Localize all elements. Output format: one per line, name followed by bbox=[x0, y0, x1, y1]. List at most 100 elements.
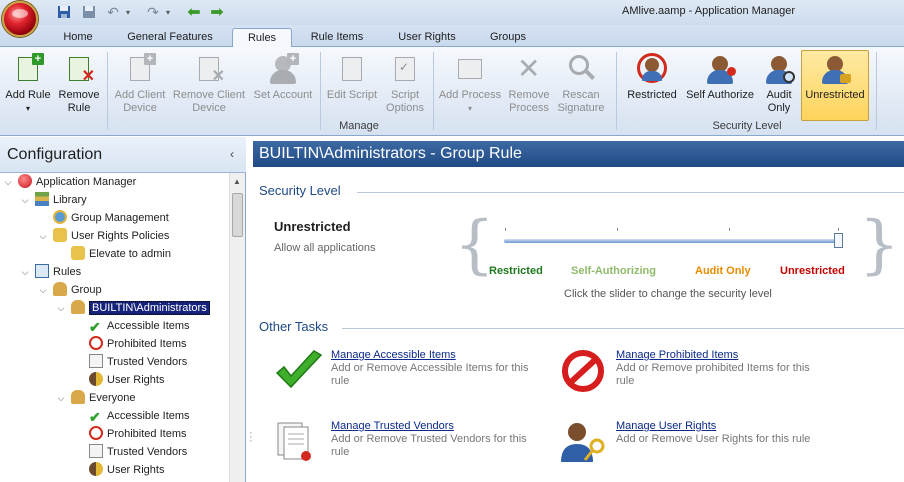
configuration-title: Configuration bbox=[7, 146, 103, 163]
manage-user-rights-link[interactable]: Manage User Rights bbox=[616, 420, 716, 432]
expand-icon[interactable]: ⌵ bbox=[37, 227, 49, 245]
restricted-button[interactable]: Restricted bbox=[622, 51, 682, 121]
level-restricted-label[interactable]: Restricted bbox=[489, 265, 543, 277]
tree-node-group-management[interactable]: Group Management bbox=[53, 209, 169, 227]
level-audit-only-label[interactable]: Audit Only bbox=[695, 265, 751, 277]
tab-home[interactable]: Home bbox=[52, 28, 104, 47]
expand-icon[interactable]: ⌵ bbox=[37, 281, 49, 299]
undo-dropdown-icon[interactable]: ▾ bbox=[119, 3, 137, 21]
audit-only-button[interactable]: Audit Only bbox=[760, 51, 798, 121]
back-arrow-icon[interactable]: ⬅ bbox=[185, 3, 203, 21]
user-rights-policies-icon bbox=[53, 228, 67, 242]
collapse-panel-icon[interactable]: ‹ bbox=[230, 147, 234, 161]
tree-node-trusted-vendors[interactable]: Trusted Vendors bbox=[89, 353, 187, 371]
add-client-device-button[interactable]: + Add Client Device bbox=[112, 51, 168, 121]
forward-arrow-icon[interactable]: ➡ bbox=[208, 3, 226, 21]
tree-node-user-rights[interactable]: User Rights bbox=[89, 371, 164, 389]
security-level-slider[interactable] bbox=[504, 239, 840, 243]
library-icon bbox=[35, 192, 49, 206]
prohibited-icon bbox=[89, 426, 103, 440]
add-client-device-icon: + bbox=[124, 53, 156, 85]
tab-rules[interactable]: Rules bbox=[232, 28, 292, 48]
expand-icon[interactable]: ⌵ bbox=[19, 191, 31, 209]
expand-icon[interactable]: ⌵ bbox=[2, 173, 14, 191]
checkmark-icon: ✔ bbox=[89, 409, 101, 425]
expand-icon[interactable]: ⌵ bbox=[55, 299, 67, 317]
self-authorize-button[interactable]: Self Authorize bbox=[684, 51, 756, 121]
configuration-header: Configuration ‹ bbox=[0, 137, 246, 173]
tab-rule-items[interactable]: Rule Items bbox=[300, 28, 374, 47]
restricted-user-icon bbox=[636, 53, 668, 85]
rules-icon bbox=[35, 264, 49, 278]
remove-rule-button[interactable]: ✕ Remove Rule bbox=[56, 51, 102, 121]
tree-node-accessible-items[interactable]: ✔ Accessible Items bbox=[89, 317, 190, 335]
tree-node-accessible-items[interactable]: ✔ Accessible Items bbox=[89, 407, 190, 425]
self-authorize-user-icon bbox=[704, 53, 736, 85]
tree-node-application-manager[interactable]: ⌵ Application Manager bbox=[5, 173, 136, 191]
scroll-up-icon[interactable]: ▲ bbox=[233, 177, 241, 186]
ribbon-separator bbox=[433, 52, 434, 130]
task-description: Add or Remove Trusted Vendors for this r… bbox=[331, 433, 527, 458]
remove-process-icon: ✕ bbox=[517, 53, 541, 84]
level-unrestricted-label[interactable]: Unrestricted bbox=[780, 265, 845, 277]
tab-user-rights[interactable]: User Rights bbox=[390, 28, 464, 47]
prohibited-sign-icon bbox=[559, 349, 609, 393]
add-process-icon bbox=[454, 53, 486, 85]
group-icon bbox=[53, 282, 67, 296]
right-brace-icon: } bbox=[859, 208, 900, 282]
set-account-button[interactable]: + Set Account bbox=[252, 51, 314, 121]
save-icon[interactable] bbox=[55, 3, 73, 21]
add-process-dropdown-icon: ▾ bbox=[467, 104, 472, 113]
security-level-slider-thumb[interactable] bbox=[834, 233, 843, 248]
tree-node-prohibited-items[interactable]: Prohibited Items bbox=[89, 425, 186, 443]
user-group-icon bbox=[71, 390, 85, 404]
ribbon-separator bbox=[616, 52, 617, 130]
slider-hint: Click the slider to change the security … bbox=[564, 288, 772, 300]
rescan-signature-button[interactable]: Rescan Signature bbox=[556, 51, 606, 121]
tree-node-trusted-vendors[interactable]: Trusted Vendors bbox=[89, 443, 187, 461]
splitter-grip[interactable]: · · · bbox=[249, 428, 253, 447]
group-management-icon bbox=[53, 210, 67, 224]
prohibited-icon bbox=[89, 336, 103, 350]
tab-groups[interactable]: Groups bbox=[480, 28, 536, 47]
user-rights-icon bbox=[89, 372, 103, 386]
tree-node-everyone[interactable]: ⌵ Everyone bbox=[58, 389, 135, 407]
edit-script-button[interactable]: Edit Script bbox=[325, 51, 379, 121]
ribbon-tab-strip: Home General Features Rules Rule Items U… bbox=[0, 25, 904, 48]
tree-node-user-rights[interactable]: User Rights bbox=[89, 461, 164, 479]
remove-client-device-button[interactable]: ✕ Remove Client Device bbox=[172, 51, 246, 121]
manage-prohibited-items-link[interactable]: Manage Prohibited Items bbox=[616, 349, 738, 361]
unrestricted-user-icon bbox=[819, 53, 851, 85]
trusted-vendors-document-icon bbox=[274, 420, 324, 464]
tree-node-library[interactable]: ⌵ Library bbox=[22, 191, 87, 209]
task-description: Add or Remove User Rights for this rule bbox=[616, 433, 811, 445]
remove-process-button[interactable]: ✕ Remove Process bbox=[506, 51, 552, 121]
tree-node-builtin-administrators[interactable]: ⌵ BUILTIN\Administrators bbox=[58, 299, 210, 317]
slider-tick bbox=[838, 228, 839, 231]
tree-node-user-rights-policies[interactable]: ⌵ User Rights Policies bbox=[40, 227, 169, 245]
configuration-panel: Configuration ‹ ⌵ Application Manager ⌵ … bbox=[0, 137, 246, 482]
tree-node-elevate-to-admin[interactable]: Elevate to admin bbox=[71, 245, 171, 263]
add-process-button[interactable]: Add Process ▾ bbox=[438, 51, 502, 121]
title-bar: ↶ ▾ ↷ ▾ ⬅ ➡ AMlive.aamp - Application Ma… bbox=[0, 0, 904, 37]
expand-icon[interactable]: ⌵ bbox=[55, 389, 67, 407]
security-level-description: Allow all applications bbox=[274, 242, 376, 254]
manage-accessible-items-link[interactable]: Manage Accessible Items bbox=[331, 349, 456, 361]
tab-general-features[interactable]: General Features bbox=[118, 28, 222, 47]
trusted-vendors-icon bbox=[89, 354, 103, 368]
manage-trusted-vendors-link[interactable]: Manage Trusted Vendors bbox=[331, 420, 454, 432]
tree-scrollbar[interactable]: ▲ bbox=[229, 173, 245, 482]
save-all-icon[interactable] bbox=[80, 3, 98, 21]
scrollbar-thumb[interactable] bbox=[232, 193, 243, 237]
unrestricted-button[interactable]: Unrestricted bbox=[801, 50, 869, 121]
script-options-button[interactable]: ✓ Script Options bbox=[382, 51, 428, 121]
tree-node-rules[interactable]: ⌵ Rules bbox=[22, 263, 81, 281]
other-tasks-section-title: Other Tasks bbox=[259, 319, 329, 334]
expand-icon[interactable]: ⌵ bbox=[19, 263, 31, 281]
add-rule-button[interactable]: + Add Rule ▾ bbox=[3, 51, 53, 121]
level-self-authorizing-label[interactable]: Self-Authorizing bbox=[571, 265, 656, 277]
tree-node-group[interactable]: ⌵ Group bbox=[40, 281, 102, 299]
application-menu-button[interactable] bbox=[2, 1, 38, 37]
redo-dropdown-icon[interactable]: ▾ bbox=[159, 3, 177, 21]
tree-node-prohibited-items[interactable]: Prohibited Items bbox=[89, 335, 186, 353]
